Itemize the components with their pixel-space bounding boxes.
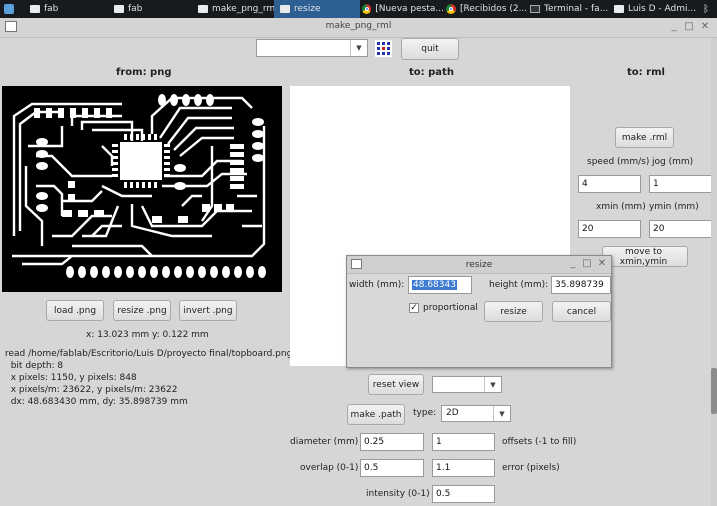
png-info-path: read /home/fablab/Escritorio/Luis D/proy… [5,349,293,359]
type-label: type: [413,408,437,418]
load-png-button[interactable]: load .png [46,300,104,321]
resize-dialog-titlebar: resize _ □ ✕ [347,256,611,274]
png-info-pixels-per-m: x pixels/m: 23622, y pixels/m: 23622 [5,385,178,395]
offsets-label: offsets (-1 to fill) [502,437,577,447]
speed-field[interactable]: 4 [578,175,641,193]
terminal-icon [530,5,540,13]
overlap-field[interactable]: 0.5 [360,459,424,477]
jog-label: jog (mm) [652,157,694,167]
height-label: height (mm): [489,280,549,290]
invert-png-button[interactable]: invert .png [179,300,237,321]
make-path-button[interactable]: make .path [347,404,405,425]
folder-icon [30,5,40,13]
png-preview-image[interactable] [2,86,282,292]
chrome-icon [446,4,456,14]
app-menu-icon[interactable] [0,0,26,18]
move-to-xmin-ymin-button[interactable]: move to xmin,ymin [602,246,688,267]
make-rml-button[interactable]: make .rml [615,127,674,148]
width-label: width (mm): [349,280,405,290]
taskbar-item-resize[interactable]: resize [274,0,360,18]
width-field[interactable]: 48.68343 [408,276,472,294]
proportional-label: proportional [423,303,478,313]
diameter-label: diameter (mm) [290,437,359,447]
error-field[interactable]: 1.1 [432,459,495,477]
taskbar-item-admin[interactable]: Luis D - Admi... [608,0,702,18]
ymin-label: ymin (mm) [649,202,699,212]
error-label: error (pixels) [502,463,560,473]
resize-button[interactable]: resize [484,301,543,322]
scrollbar-thumb[interactable] [711,368,717,414]
cancel-button[interactable]: cancel [552,301,611,322]
window-title: make_png_rml [325,21,392,31]
maximize-icon[interactable]: □ [683,21,695,33]
cursor-coordinates: x: 13.023 mm y: 0.122 mm [86,330,209,340]
taskbar: fab fab make_png_rml resize [Nueva pesta… [0,0,717,18]
minimize-icon[interactable]: _ [567,258,579,270]
quit-button[interactable]: quit [401,38,459,60]
diameter-field[interactable]: 0.25 [360,433,424,451]
png-info-dimensions: dx: 48.683430 mm, dy: 35.898739 mm [5,397,188,407]
window-icon [198,5,208,13]
reset-view-button[interactable]: reset view [368,374,424,395]
overlap-label: overlap (0-1) [300,463,359,473]
taskbar-item-make-png-rml[interactable]: make_png_rml [192,0,278,18]
close-icon[interactable]: ✕ [699,21,711,33]
window-titlebar: make_png_rml _ □ ✕ [0,18,717,38]
minimize-icon[interactable]: _ [668,21,680,33]
intensity-field[interactable]: 0.5 [432,485,495,503]
height-field[interactable]: 35.898739 [551,276,611,294]
taskbar-item-chrome-inbox[interactable]: [Recibidos (2... [440,0,528,18]
maximize-icon[interactable]: □ [581,258,593,270]
width-value: 48.68343 [412,280,457,290]
chrome-icon [362,4,372,14]
resize-dialog: resize _ □ ✕ width (mm): 48.68343 height… [346,255,612,368]
png-info-pixels: x pixels: 1150, y pixels: 848 [5,373,137,383]
window-icon [280,5,290,13]
jog-field[interactable]: 1 [649,175,713,193]
pcb-traces [12,94,266,278]
type-select[interactable]: 2D ▼ [441,405,511,422]
offsets-field[interactable]: 1 [432,433,495,451]
close-icon[interactable]: ✕ [596,258,608,270]
resize-png-button[interactable]: resize .png [113,300,171,321]
png-info-bit-depth: bit depth: 8 [5,361,64,371]
speed-label: speed (mm/s) [587,157,650,167]
xmin-field[interactable]: 20 [578,220,641,238]
bluetooth-icon[interactable]: ᛒ [700,0,717,18]
folder-icon [614,5,624,13]
folder-icon [114,5,124,13]
chevron-down-icon: ▼ [350,40,367,56]
intensity-label: intensity (0-1) [366,489,430,499]
column-header-from-png: from: png [116,67,172,78]
ymin-field[interactable]: 20 [649,220,713,238]
window-scrollbar[interactable] [711,38,717,506]
taskbar-item-chrome-new-tab[interactable]: [Nueva pesta... [356,0,444,18]
dot-grid-icon[interactable] [375,40,392,57]
chevron-down-icon: ▼ [493,406,510,421]
view-combo[interactable]: ▼ [432,376,502,393]
format-combo[interactable]: ▼ [256,39,368,57]
taskbar-item-fab-1[interactable]: fab [24,0,112,18]
taskbar-item-terminal[interactable]: Terminal - fa... [524,0,612,18]
column-header-to-rml: to: rml [627,67,665,78]
xmin-label: xmin (mm) [596,202,646,212]
proportional-checkbox[interactable]: ✓ [409,303,419,313]
taskbar-item-fab-2[interactable]: fab [108,0,196,18]
chevron-down-icon: ▼ [484,377,501,392]
column-header-to-path: to: path [409,67,454,78]
